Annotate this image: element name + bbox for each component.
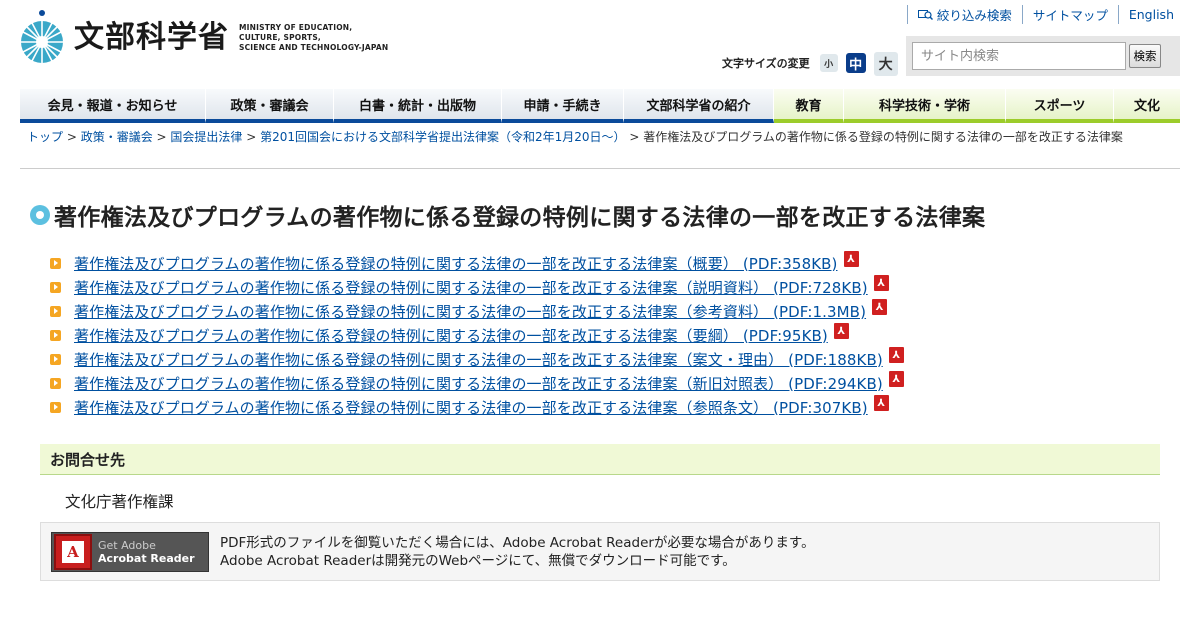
list-item: 著作権法及びプログラムの著作物に係る登録の特例に関する法律の一部を改正する法律案… [50,395,904,419]
nav-item-about[interactable]: 文部科学省の紹介 [624,89,774,123]
page-title: 著作権法及びプログラムの著作物に係る登録の特例に関する法律の一部を改正する法律案 [54,205,986,231]
arrow-bullet-icon [50,353,61,365]
pdf-icon: ⅄ [843,251,859,267]
breadcrumb-link-policy[interactable]: 政策・審議会 [81,130,153,144]
document-link-reference[interactable]: 著作権法及びプログラムの著作物に係る登録の特例に関する法律の一部を改正する法律案… [74,301,866,322]
divider [20,168,1180,169]
pdf-icon: ⅄ [872,299,888,315]
list-item: 著作権法及びプログラムの著作物に係る登録の特例に関する法律の一部を改正する法律案… [50,371,904,395]
english-link[interactable]: English [1117,5,1184,24]
sitemap-link[interactable]: サイトマップ [1021,5,1118,24]
get-acrobat-button[interactable]: A Get Adobe Acrobat Reader [51,532,209,572]
list-item: 著作権法及びプログラムの著作物に係る登録の特例に関する法律の一部を改正する法律案… [50,275,904,299]
nav-item-culture[interactable]: 文化 [1114,89,1180,123]
acrobat-get-label: Get Adobe [98,539,156,552]
nav-item-policy[interactable]: 政策・審議会 [206,89,334,123]
nav-item-education[interactable]: 教育 [774,89,844,123]
search-button[interactable]: 検索 [1129,44,1161,68]
utility-links: 絞り込み検索 サイトマップ English [906,5,1184,24]
pdf-icon: ⅄ [873,275,889,291]
nav-item-publications[interactable]: 白書・統計・出版物 [334,89,502,123]
pdf-icon: ⅄ [833,323,849,339]
title-bullet-icon [30,205,50,225]
acrobat-icon: A [54,534,92,570]
arrow-bullet-icon [50,281,61,293]
nav-item-sports[interactable]: スポーツ [1006,89,1114,123]
arrow-bullet-icon [50,257,61,269]
document-link-comparison[interactable]: 著作権法及びプログラムの著作物に係る登録の特例に関する法律の一部を改正する法律案… [74,373,883,394]
list-item: 著作権法及びプログラムの著作物に係る登録の特例に関する法律の一部を改正する法律案… [50,251,904,275]
breadcrumb-link-session[interactable]: 第201回国会における文部科学省提出法律案（令和2年1月20日～） [260,130,625,144]
document-link-articles[interactable]: 著作権法及びプログラムの著作物に係る登録の特例に関する法律の一部を改正する法律案… [74,397,868,418]
contact-body: 文化庁著作権課 [65,493,174,511]
acrobat-name-label: Acrobat Reader [98,552,195,565]
pdf-icon: ⅄ [888,371,904,387]
breadcrumb-link-top[interactable]: トップ [27,130,63,144]
nav-item-press[interactable]: 会見・報道・お知らせ [20,89,206,123]
font-size-large-button[interactable]: 大 [873,52,898,76]
breadcrumb-current: 著作権法及びプログラムの著作物に係る登録の特例に関する法律の一部を改正する法律案 [643,130,1123,144]
font-size-small-button[interactable]: 小 [819,54,838,72]
acrobat-description: PDF形式のファイルを御覧いただく場合には、Adobe Acrobat Read… [220,535,815,569]
document-link-outline[interactable]: 著作権法及びプログラムの著作物に係る登録の特例に関する法律の一部を改正する法律案… [74,325,828,346]
list-item: 著作権法及びプログラムの著作物に係る登録の特例に関する法律の一部を改正する法律案… [50,347,904,371]
narrow-search-icon [917,9,933,20]
page-title-block: 著作権法及びプログラムの著作物に係る登録の特例に関する法律の一部を改正する法律案 [30,198,985,232]
arrow-bullet-icon [50,305,61,317]
search-input[interactable] [912,42,1126,70]
mext-emblem-icon [21,10,63,63]
nav-item-science[interactable]: 科学技術・学術 [844,89,1006,123]
list-item: 著作権法及びプログラムの著作物に係る登録の特例に関する法律の一部を改正する法律案… [50,299,904,323]
font-size-switcher: 文字サイズの変更 小 中 大 [722,50,898,76]
font-size-label: 文字サイズの変更 [722,57,810,70]
breadcrumb-link-bills[interactable]: 国会提出法律 [170,130,242,144]
breadcrumb: トップ > 政策・審議会 > 国会提出法律 > 第201回国会における文部科学省… [27,130,1123,144]
list-item: 著作権法及びプログラムの著作物に係る登録の特例に関する法律の一部を改正する法律案… [50,323,904,347]
document-link-text-reason[interactable]: 著作権法及びプログラムの著作物に係る登録の特例に関する法律の一部を改正する法律案… [74,349,883,370]
contact-heading: お問合せ先 [40,444,1160,475]
logo-english: MINISTRY OF EDUCATION, CULTURE, SPORTS, … [239,23,389,52]
arrow-bullet-icon [50,377,61,389]
acrobat-notice: A Get Adobe Acrobat Reader PDF形式のファイルを御覧… [40,522,1160,581]
pdf-icon: ⅄ [888,347,904,363]
pdf-icon: ⅄ [873,395,889,411]
site-logo[interactable]: 文部科学省 MINISTRY OF EDUCATION, CULTURE, SP… [20,10,388,66]
logo-japanese: 文部科学省 [74,20,229,55]
document-link-overview[interactable]: 著作権法及びプログラムの著作物に係る登録の特例に関する法律の一部を改正する法律案… [74,253,838,274]
font-size-medium-button[interactable]: 中 [845,53,866,73]
arrow-bullet-icon [50,401,61,413]
site-search: 検索 [906,36,1180,76]
arrow-bullet-icon [50,329,61,341]
global-nav: 会見・報道・お知らせ 政策・審議会 白書・統計・出版物 申請・手続き 文部科学省… [20,89,1180,123]
nav-item-applications[interactable]: 申請・手続き [502,89,624,123]
narrow-search-link[interactable]: 絞り込み検索 [906,5,1022,24]
document-link-explanation[interactable]: 著作権法及びプログラムの著作物に係る登録の特例に関する法律の一部を改正する法律案… [74,277,868,298]
document-list: 著作権法及びプログラムの著作物に係る登録の特例に関する法律の一部を改正する法律案… [50,251,904,419]
